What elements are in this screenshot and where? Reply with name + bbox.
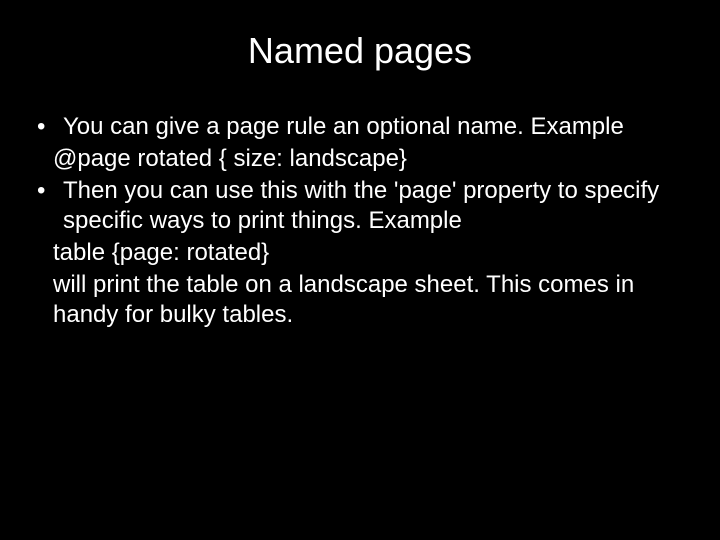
slide-title: Named pages [35, 30, 685, 72]
bullet-marker-icon: • [35, 112, 63, 142]
code-line: table {page: rotated} [35, 238, 685, 268]
bullet-text: Then you can use this with the 'page' pr… [63, 176, 685, 236]
closing-text: will print the table on a landscape shee… [35, 270, 685, 330]
bullet-item: • You can give a page rule an optional n… [35, 112, 685, 142]
code-line: @page rotated { size: landscape} [35, 144, 685, 174]
slide-content: • You can give a page rule an optional n… [35, 112, 685, 330]
bullet-text: You can give a page rule an optional nam… [63, 112, 685, 142]
bullet-item: • Then you can use this with the 'page' … [35, 176, 685, 236]
bullet-marker-icon: • [35, 176, 63, 236]
slide-container: Named pages • You can give a page rule a… [0, 0, 720, 540]
